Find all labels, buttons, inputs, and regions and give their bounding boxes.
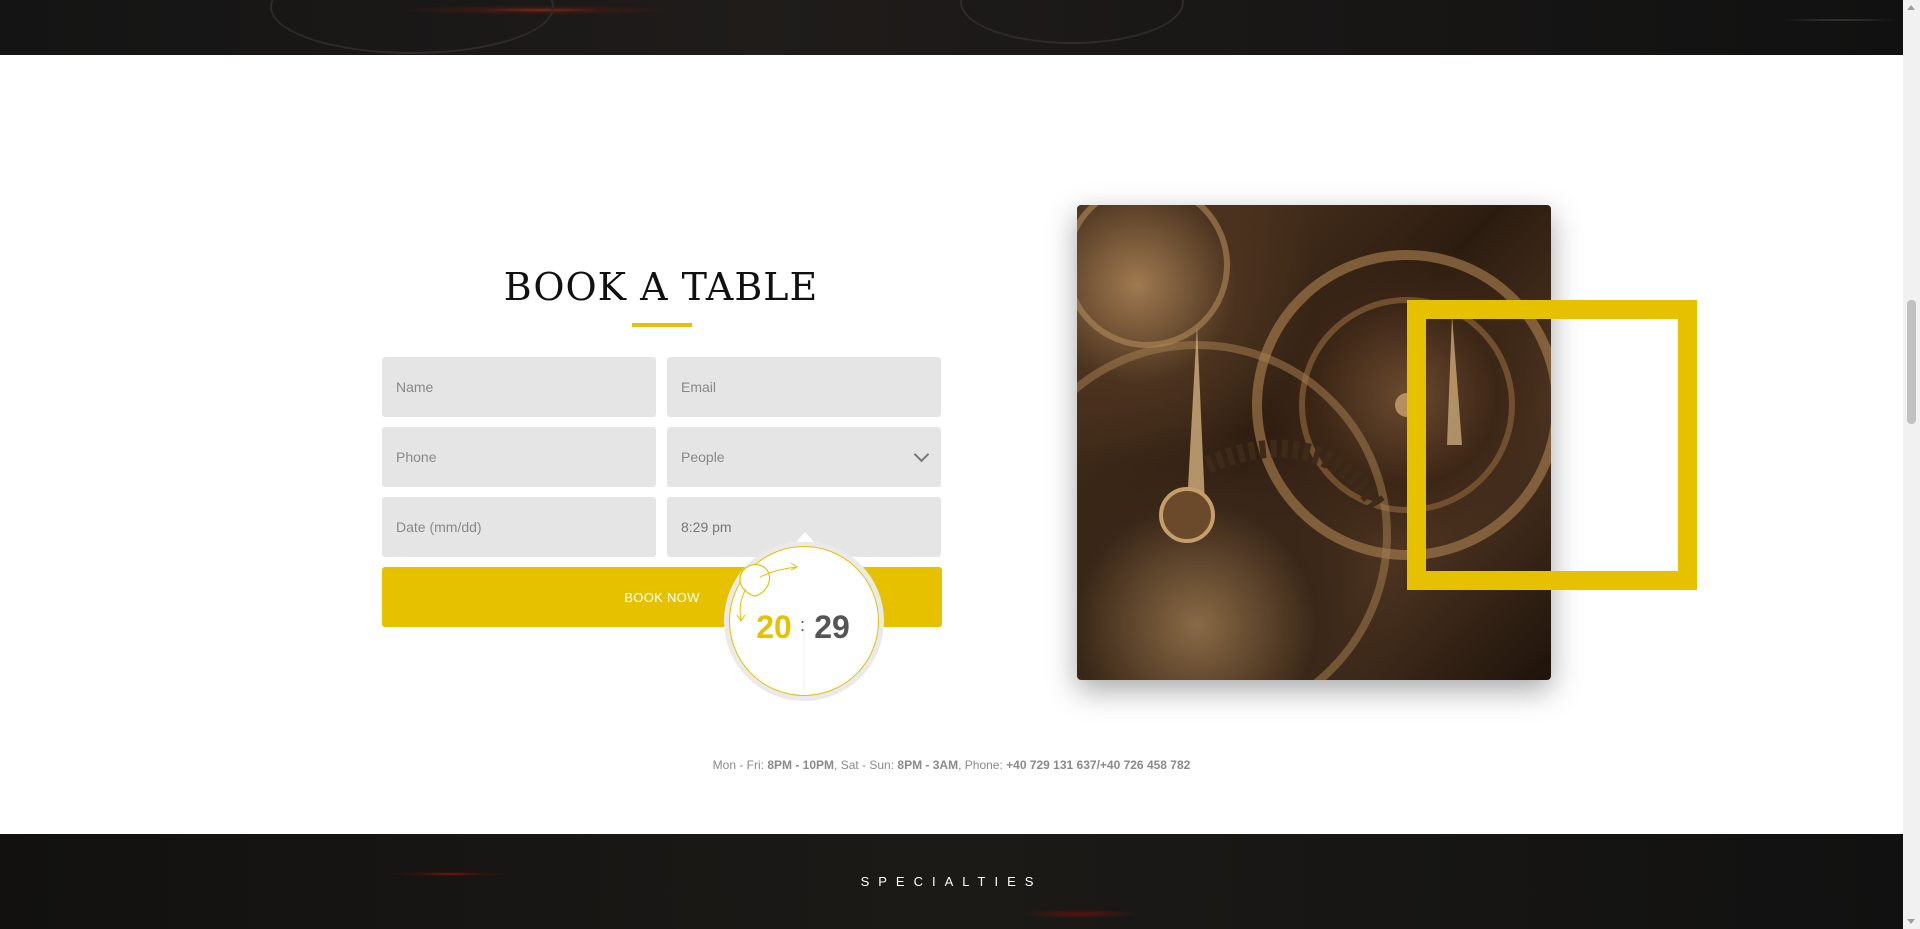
specialties-heading: SPECIALTIES [860,874,1043,889]
page-scrollbar[interactable] [1903,0,1920,929]
opening-hours-info: Mon - Fri: 8PM - 10PM, Sat - Sun: 8PM - … [712,758,1191,772]
email-input[interactable]: Email [667,357,941,417]
page: BOOK A TABLE Name Email Phone People Dat… [0,0,1903,929]
heading-underline [632,323,692,327]
phone-input[interactable]: Phone [382,427,656,487]
people-select[interactable]: People [667,427,941,487]
name-input[interactable]: Name [382,357,656,417]
weekday-hours: 8PM - 10PM [767,758,835,772]
decorative-yellow-frame [1407,300,1697,590]
specialties-banner: SPECIALTIES [0,834,1903,929]
date-input[interactable]: Date (mm/dd) [382,497,656,557]
scroll-up-icon[interactable] [1907,5,1915,10]
scrollbar-thumb[interactable] [1907,300,1916,424]
scroll-down-icon[interactable] [1907,919,1915,924]
clock-separator: : [800,615,806,635]
clock-hours[interactable]: 20 [754,609,794,646]
clock-minutes[interactable]: 29 [812,609,852,646]
weekend-hours: 8PM - 3AM [897,758,959,772]
book-table-heading: BOOK A TABLE [503,265,819,309]
clock-picker[interactable]: 20 : 29 [724,532,884,709]
phone-numbers: +40 729 131 637/+40 726 458 782 [1006,758,1191,772]
food-banner-top [0,0,1903,55]
chevron-down-icon [913,446,930,463]
people-select-value: People [681,449,725,465]
